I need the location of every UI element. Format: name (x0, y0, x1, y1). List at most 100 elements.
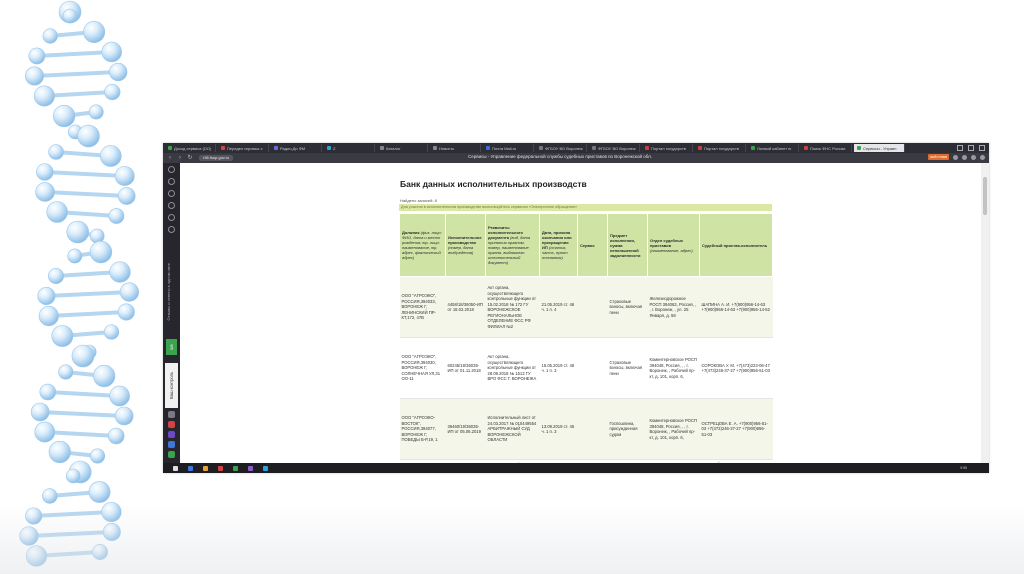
table-cell: ШАПИНА А. И. +7(900)956-14-63 +7(900)956… (699, 276, 773, 338)
column-header: Отдел судебных приставов (наименование, … (647, 213, 700, 277)
helix-rung (44, 430, 117, 438)
browser-tab[interactable]: Передел игровых с (218, 144, 269, 152)
vertical-scrollbar[interactable] (981, 163, 989, 463)
helix-ball (99, 145, 122, 167)
records-found: Найдено записей: 8 (400, 198, 437, 203)
feedback-badge[interactable]: мой отзыв (928, 154, 949, 160)
helix-ball (35, 182, 55, 202)
browser-tab[interactable]: Каталог (377, 144, 428, 152)
column-header: Исполнительное производство (номер, дата… (445, 213, 486, 277)
helix-ball (33, 85, 55, 107)
taskbar-app-icon[interactable] (203, 465, 208, 471)
tab-label: Портал государств (704, 145, 739, 151)
browser-tab[interactable]: Почта Mail.ru (483, 144, 534, 152)
browser-tab-bar: Доход сервиса (DO) Передел игровых с Радио… (163, 143, 989, 153)
helix-ball (114, 406, 134, 426)
tab-label: ФГБОУ ВО Воронеж (545, 145, 583, 151)
helix-ball (107, 427, 125, 445)
app-icon[interactable] (168, 411, 175, 418)
table-cell: ООО "АГРОЭКО-ВОСТОК", РОССИЯ,394077, ВОР… (399, 398, 446, 460)
table-row[interactable]: ООО "АГРОЭКО", РОССИЯ,394030, ВОРОНЕЖ Г,… (399, 337, 773, 399)
browser-tab[interactable]: Радио.Ди ФМ (271, 144, 322, 152)
clock-icon[interactable] (168, 190, 175, 197)
tab-label: Портал государств (651, 145, 686, 151)
url-field[interactable]: r36.fssp.gov.ru (199, 155, 234, 161)
column-header: Сервис (577, 213, 608, 277)
browser-tab[interactable]: Портал государств (642, 144, 693, 152)
table-row[interactable]: ООО "АГРОЭКО", РОССИЯ,394033, ВОРОНЕЖ Г,… (399, 276, 773, 338)
helix-ball (36, 163, 54, 181)
sidebar-panel-label[interactable]: Ваш контроль (165, 363, 178, 408)
app-icon[interactable] (168, 431, 175, 438)
browser-tab[interactable]: Z (324, 144, 375, 152)
table-cell: 13.09.2019 ст. 46 ч. 1 п. 3 (539, 398, 578, 460)
download-icon[interactable] (971, 154, 976, 160)
browser-tab[interactable]: Поиск ФНС России (801, 144, 852, 152)
taskbar-clock: 9:55 (960, 466, 967, 470)
helix-ball (30, 402, 50, 422)
browser-tab[interactable]: Личный кабинет ю (748, 144, 799, 152)
helix-ball (109, 385, 130, 407)
sidebar-counter-badge[interactable]: 0/8 (166, 339, 177, 355)
table-cell: Коминтерновское РОСП 394048, Россия, , ,… (647, 398, 700, 460)
browser-tab[interactable]: Доход сервиса (DO) (165, 144, 216, 152)
helix-ball (108, 208, 125, 224)
back-icon[interactable]: ‹ (167, 155, 173, 161)
taskbar-app-icon[interactable] (263, 465, 268, 471)
table-header-row: Должник (физ. лицо: ФИО, дата и место ро… (399, 213, 773, 277)
bookmark-icon[interactable] (953, 154, 958, 160)
table-row[interactable]: ООО "АГРОЭКО-ВОСТОК", РОССИЯ,394077, ВОР… (399, 398, 773, 460)
address-bar: ‹ › ↻ r36.fssp.gov.ru Сервисы - Управлен… (163, 153, 989, 163)
column-header: Дата, причина окончания или прекращения … (539, 213, 578, 277)
forward-icon[interactable]: › (177, 155, 183, 161)
reload-icon[interactable]: ↻ (187, 155, 193, 161)
browser-tab[interactable]: Новость (430, 144, 481, 152)
extensions-icon[interactable] (962, 154, 967, 160)
browser-tab[interactable]: ФГБОУ ВО Воронеж (589, 144, 640, 152)
browser-tab[interactable]: Сервисы - Управл (854, 144, 905, 152)
home-icon[interactable] (168, 166, 175, 173)
helix-ball (48, 440, 71, 464)
scrollbar-thumb[interactable] (983, 177, 987, 215)
app-icon[interactable] (168, 441, 175, 448)
history-icon[interactable] (168, 178, 175, 185)
presentation-slide: Доход сервиса (DO) Передел игровых с Радио… (0, 0, 1024, 574)
window-controls[interactable] (957, 145, 989, 151)
maximize-icon[interactable] (968, 145, 974, 151)
helix-ball (67, 248, 83, 264)
taskbar-app-icon[interactable] (188, 465, 193, 471)
helix-ball (71, 344, 95, 368)
table-cell: ООО "АГРОЭКО", РОССИЯ,394033, ВОРОНЕЖ Г,… (399, 276, 446, 338)
downloads-icon[interactable] (168, 226, 175, 233)
minimize-icon[interactable] (957, 145, 963, 151)
os-taskbar: 9:55 (163, 463, 989, 473)
favicon-icon (327, 146, 331, 150)
service-notice-link[interactable]: Для участия в исполнительном производств… (399, 204, 772, 211)
browser-tab[interactable]: Портал государств (695, 144, 746, 152)
helix-ball (37, 287, 56, 305)
app-icon[interactable] (168, 421, 175, 428)
helix-ball (114, 166, 135, 186)
favicon-icon (857, 146, 861, 150)
start-icon[interactable] (173, 465, 178, 471)
helix-ball (109, 62, 128, 82)
helix-ball (77, 124, 100, 148)
bookmarks-icon[interactable] (168, 202, 175, 209)
browser-tab[interactable]: ФГБОУ ВО Воронеж (536, 144, 587, 152)
app-icon[interactable] (168, 451, 175, 458)
column-title: Отдел судебных приставов (650, 237, 684, 248)
taskbar-app-icon[interactable] (218, 465, 223, 471)
helix-ball (38, 305, 59, 327)
tab-label: Сервисы - Управл (863, 145, 897, 151)
column-subtitle: (наименование, адрес) (650, 247, 693, 253)
helix-ball (89, 240, 113, 264)
table-cell (577, 398, 608, 460)
taskbar-app-icon[interactable] (233, 465, 238, 471)
column-title: Исполнительное производство (448, 235, 482, 245)
slide-bottom-shade (0, 504, 1024, 574)
tab-label: Передел игровых с (227, 145, 263, 151)
menu-icon[interactable] (980, 154, 985, 160)
music-icon[interactable] (168, 214, 175, 221)
close-icon[interactable] (979, 145, 985, 151)
taskbar-app-icon[interactable] (248, 465, 253, 471)
